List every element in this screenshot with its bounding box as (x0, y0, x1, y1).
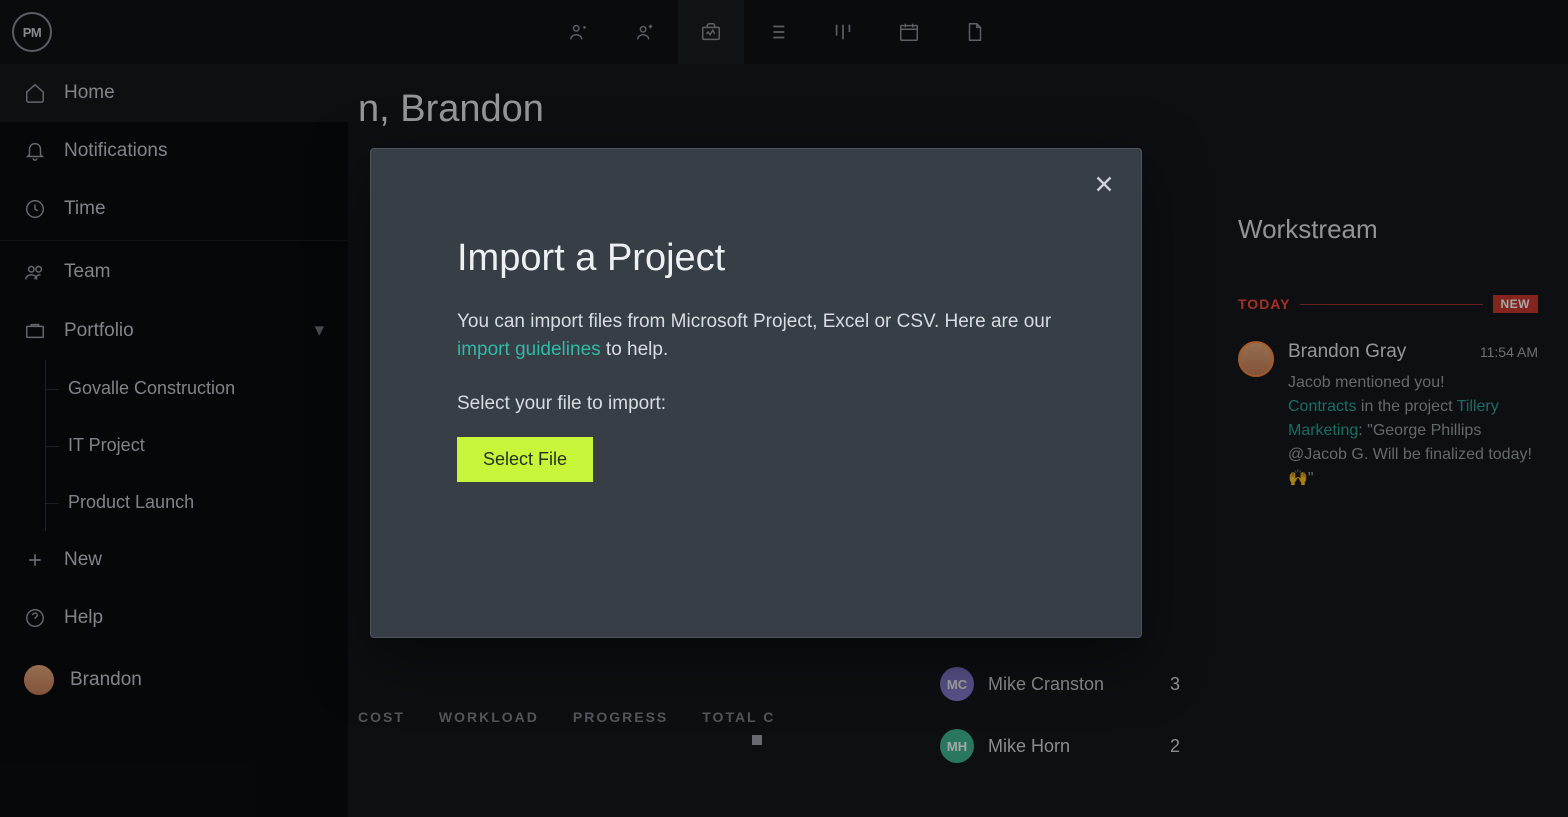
modal-description: You can import files from Microsoft Proj… (457, 308, 1055, 363)
close-button[interactable] (1091, 171, 1117, 204)
import-guidelines-link[interactable]: import guidelines (457, 339, 601, 360)
modal-title: Import a Project (457, 237, 1055, 280)
import-project-modal: Import a Project You can import files fr… (370, 148, 1142, 638)
select-file-button[interactable]: Select File (457, 437, 593, 482)
modal-subtext: Select your file to import: (457, 393, 1055, 415)
